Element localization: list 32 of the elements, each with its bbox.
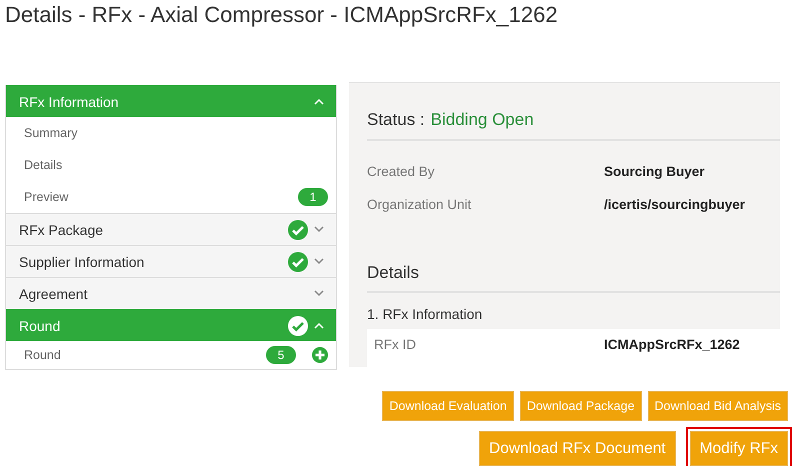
status-value: Bidding Open [430, 110, 534, 130]
chevron-down-icon[interactable] [314, 290, 324, 297]
chevron-down-icon[interactable] [314, 258, 324, 265]
section-header[interactable]: RFx Package [6, 213, 336, 245]
section-header[interactable]: RFx Information [6, 85, 336, 117]
page-title: Details - RFx - Axial Compressor - ICMAppSrcRFx_1262 [5, 2, 559, 28]
chevron-up-icon[interactable] [314, 322, 324, 329]
section-header[interactable]: Supplier Information [6, 245, 336, 277]
section-title: Round [19, 318, 62, 334]
section-title: Agreement [19, 286, 88, 302]
section-title: RFx Information [19, 94, 120, 110]
field-label: Created By [367, 164, 436, 179]
section-header[interactable]: Round [6, 309, 336, 341]
field-value: ICMAppSrcRFx_1262 [604, 337, 741, 352]
field-label: Organization Unit [367, 197, 472, 212]
section-heading: Details [367, 221, 780, 293]
check-circle-icon [288, 316, 308, 336]
section-title: RFx Package [19, 222, 104, 238]
chevron-down-icon[interactable] [314, 226, 324, 233]
field-value: Sourcing Buyer [604, 164, 706, 179]
subsection-heading: 1. RFx Information [367, 305, 484, 324]
status-label: Status : [367, 110, 425, 130]
check-circle-icon [288, 220, 308, 240]
count-badge: 1 [298, 188, 328, 206]
chevron-up-icon[interactable] [314, 98, 324, 105]
section-title: Supplier Information [19, 254, 146, 270]
section-header[interactable]: Agreement [6, 277, 336, 309]
count-badge: 5 [266, 346, 296, 364]
add-icon[interactable] [312, 347, 328, 363]
check-circle-icon [288, 252, 308, 272]
field-label: RFx ID [374, 337, 417, 352]
field-value: /icertis/sourcingbuyer [604, 197, 746, 212]
